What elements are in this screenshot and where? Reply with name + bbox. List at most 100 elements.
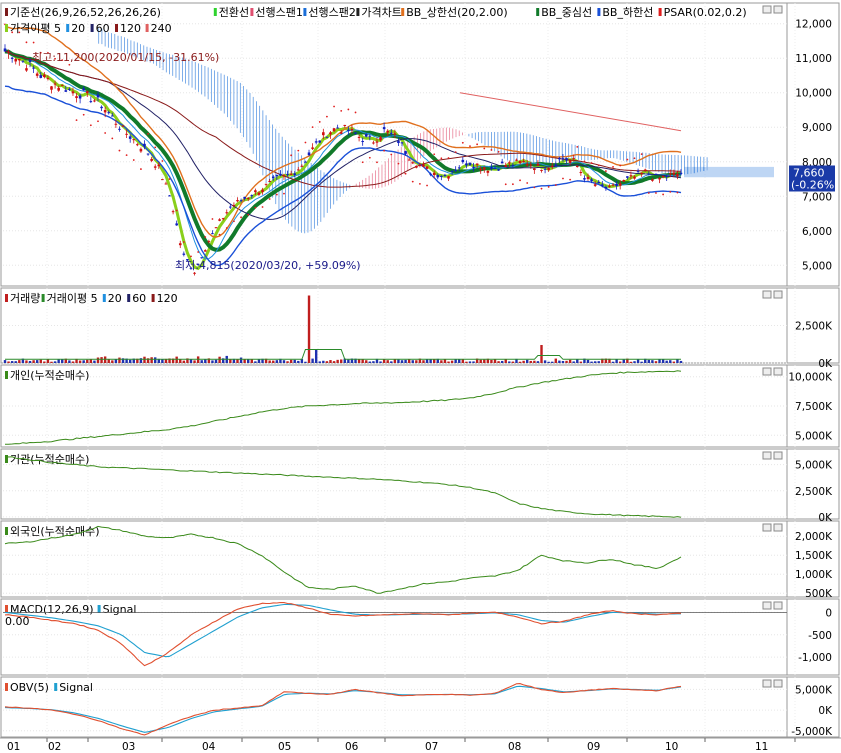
- volume-bar: [332, 361, 336, 363]
- candle-body: [461, 159, 465, 163]
- candle-body: [504, 165, 508, 167]
- psar-dot: [655, 192, 657, 194]
- candle-body: [490, 167, 493, 169]
- volume-bar: [347, 359, 350, 363]
- volume-bar: [14, 361, 17, 363]
- volume-bar: [554, 358, 558, 363]
- candle-body: [157, 164, 161, 167]
- candle-body: [103, 110, 107, 113]
- candle-body: [579, 171, 583, 174]
- psar-dot: [175, 209, 178, 212]
- psar-dot: [612, 165, 614, 168]
- candle-body: [68, 88, 71, 90]
- psar-dot: [440, 157, 443, 160]
- volume-bar: [32, 360, 35, 363]
- panel-minimize-button[interactable]: [762, 523, 772, 532]
- panel-maximize-button[interactable]: [773, 367, 783, 376]
- candle-body: [497, 169, 500, 171]
- panel-minimize-button[interactable]: [762, 5, 772, 14]
- y-tick-label: 5,000K: [795, 460, 833, 472]
- candle-body: [443, 174, 447, 176]
- psar-dot: [361, 161, 364, 164]
- volume-bar: [10, 361, 14, 363]
- candle-body: [400, 142, 404, 144]
- legend-label-price: BB_중심선: [541, 6, 592, 19]
- candle-body: [354, 132, 357, 134]
- legend-label-price: PSAR(0.02,0.2): [664, 6, 747, 19]
- legend-label-price: 기준선(26,9,26,52,26,26,26): [10, 6, 161, 19]
- volume-bar: [597, 361, 600, 363]
- candle-body: [479, 168, 483, 171]
- panel-maximize-button[interactable]: [773, 523, 783, 532]
- panel-maximize-button[interactable]: [773, 679, 783, 688]
- candle-body: [332, 128, 336, 132]
- candle-body: [261, 189, 264, 193]
- candle-body: [457, 167, 461, 169]
- psar-dot: [633, 157, 636, 160]
- y-tick-label: -1,000: [798, 652, 832, 664]
- candle-body: [361, 141, 364, 143]
- candle-body: [246, 197, 250, 199]
- volume-bar: [236, 359, 239, 363]
- volume-bar: [618, 361, 622, 363]
- panel-minimize-button[interactable]: [762, 601, 772, 610]
- volume-bar: [96, 357, 100, 363]
- volume-bar: [468, 361, 472, 363]
- psar-dot: [132, 159, 135, 161]
- volume-bar: [272, 360, 275, 363]
- candle-body: [60, 84, 64, 86]
- y-tick-label: 7,000: [802, 191, 832, 203]
- panel-maximize-button[interactable]: [773, 451, 783, 460]
- psar-dot: [333, 105, 335, 108]
- low-annotation: 최저:4,815(2020/03/20, +59.09%): [175, 259, 361, 272]
- candle-body: [257, 192, 261, 195]
- panel-minimize-button[interactable]: [762, 679, 772, 688]
- psar-dot: [454, 151, 457, 154]
- stock-chart[interactable]: 12,00011,00010,0009,0008,0007,0006,0005,…: [0, 0, 841, 753]
- candle-body: [389, 132, 393, 134]
- psar-dot: [519, 179, 521, 182]
- psar-dot: [182, 241, 185, 243]
- psar-dot: [669, 191, 672, 193]
- psar-dot: [275, 193, 278, 196]
- psar-dot: [447, 157, 450, 159]
- panel-maximize-button[interactable]: [773, 601, 783, 610]
- candle-body: [78, 95, 82, 99]
- volume-bar: [651, 360, 654, 363]
- volume-bar: [440, 360, 443, 363]
- candle-body: [175, 223, 178, 226]
- volume-bar: [175, 356, 178, 363]
- candle-body: [418, 164, 422, 166]
- volume-bar: [289, 359, 293, 363]
- psar-dot: [354, 111, 357, 114]
- panel-minimize-button[interactable]: [762, 290, 772, 299]
- candle-body: [654, 173, 658, 175]
- panel-minimize-button[interactable]: [762, 367, 772, 376]
- volume-bar: [211, 360, 214, 363]
- volume-bar: [118, 357, 121, 363]
- candle-body: [440, 175, 443, 177]
- candle-body: [268, 180, 271, 182]
- candle-body: [397, 141, 400, 144]
- candle-body: [379, 137, 382, 141]
- candle-body: [604, 186, 608, 189]
- candle-body: [368, 135, 372, 137]
- candle-body: [647, 173, 651, 175]
- panel-maximize-button[interactable]: [773, 290, 783, 299]
- volume-bar: [193, 360, 196, 363]
- panel-maximize-button[interactable]: [773, 5, 783, 14]
- candle-body: [3, 48, 7, 52]
- panel-minimize-button[interactable]: [762, 451, 772, 460]
- candle-body: [314, 141, 318, 143]
- candle-body: [593, 184, 597, 186]
- legend-label-volume: 20: [108, 292, 122, 305]
- candle-body: [522, 161, 525, 163]
- legend-swatch: [97, 605, 101, 613]
- candle-body: [75, 96, 78, 99]
- candle-body: [339, 132, 343, 134]
- volume-bar: [68, 360, 71, 363]
- psar-dot: [225, 227, 228, 229]
- volume-bar: [304, 361, 307, 363]
- legend-swatch: [41, 294, 45, 302]
- y-tick-label: 7,500K: [795, 401, 833, 413]
